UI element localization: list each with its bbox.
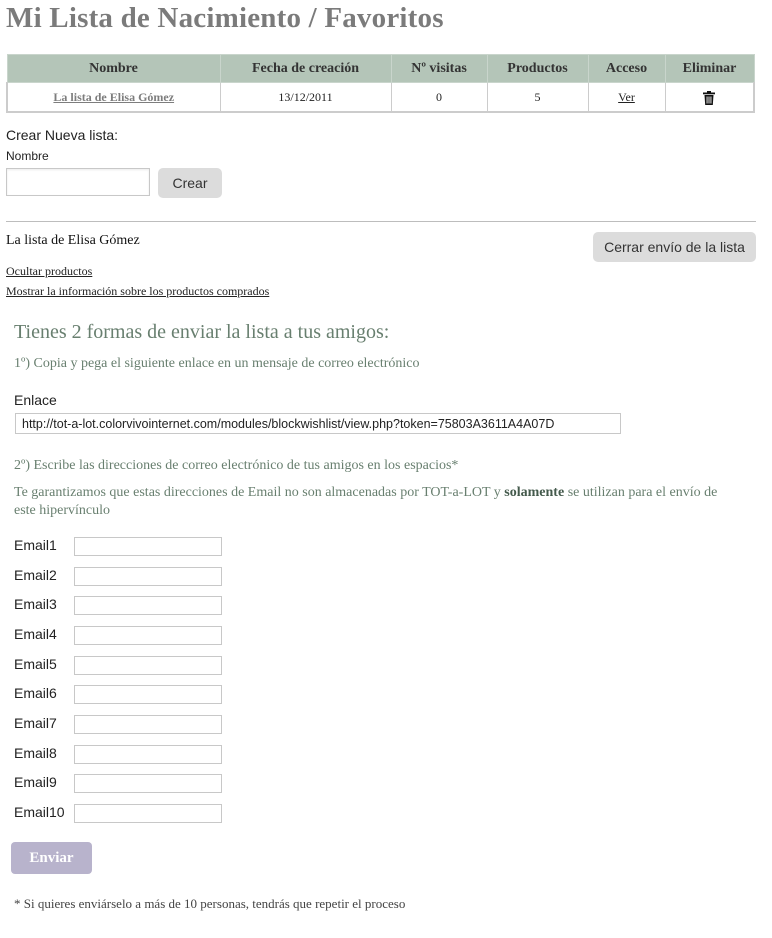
cell-delete — [664, 82, 755, 113]
share-link-field[interactable]: http://tot-a-lot.colorvivointernet.com/m… — [15, 413, 621, 434]
column-header-products: Productos — [486, 54, 589, 83]
show-purchased-info-link[interactable]: Mostrar la información sobre los product… — [6, 284, 269, 299]
email2-input[interactable] — [74, 567, 222, 586]
email3-label: Email3 — [14, 596, 57, 612]
privacy-guarantee-start: Te garantizamos que estas direcciones de… — [14, 485, 505, 500]
cell-name: La lista de Elisa Gómez — [6, 82, 221, 113]
create-button[interactable]: Crear — [158, 168, 222, 198]
email6-label: Email6 — [14, 685, 57, 701]
email7-input[interactable] — [74, 715, 222, 734]
email9-label: Email9 — [14, 774, 57, 790]
new-list-name-input[interactable] — [6, 168, 150, 196]
email8-label: Email8 — [14, 745, 57, 761]
column-header-access: Acceso — [587, 54, 666, 83]
column-header-date: Fecha de creación — [219, 54, 392, 83]
share-heading: Tienes 2 formas de enviar la lista a tus… — [14, 321, 390, 343]
email10-label: Email10 — [14, 804, 65, 820]
hide-products-link[interactable]: Ocultar productos — [6, 264, 92, 279]
send-button[interactable]: Enviar — [11, 842, 92, 874]
email2-label: Email2 — [14, 567, 57, 583]
step2-text: 2º) Escribe las direcciones de correo el… — [14, 458, 459, 473]
email1-label: Email1 — [14, 537, 57, 553]
step1-text: 1º) Copia y pega el siguiente enlace en … — [14, 356, 420, 371]
divider — [6, 221, 756, 222]
wishlist-table: Nombre Fecha de creación Nº visitas Prod… — [6, 54, 755, 113]
footnote: * Si quieres enviárselo a más de 10 pers… — [14, 896, 406, 911]
email9-input[interactable] — [74, 774, 222, 793]
selected-list-title: La lista de Elisa Gómez — [6, 233, 140, 248]
table-row: La lista de Elisa Gómez 13/12/2011 0 5 V… — [6, 82, 755, 113]
email3-input[interactable] — [74, 596, 222, 615]
create-list-heading: Crear Nueva lista: — [6, 127, 119, 143]
column-header-delete: Eliminar — [664, 54, 755, 83]
close-list-sending-button[interactable]: Cerrar envío de la lista — [593, 232, 756, 262]
privacy-guarantee-emphasis: solamente — [504, 485, 565, 500]
cell-products: 5 — [486, 82, 589, 113]
trash-icon[interactable] — [703, 90, 716, 105]
column-header-name: Nombre — [6, 54, 221, 83]
email10-input[interactable] — [74, 804, 222, 823]
email7-label: Email7 — [14, 715, 57, 731]
cell-date: 13/12/2011 — [219, 82, 392, 113]
name-label: Nombre — [6, 149, 49, 163]
email6-input[interactable] — [74, 685, 222, 704]
email4-input[interactable] — [74, 626, 222, 645]
page-title: Mi Lista de Nacimiento / Favoritos — [6, 2, 444, 34]
email8-input[interactable] — [74, 745, 222, 764]
cell-access: Ver — [587, 82, 666, 113]
wishlist-name-link[interactable]: La lista de Elisa Gómez — [53, 90, 174, 104]
email4-label: Email4 — [14, 626, 57, 642]
privacy-guarantee: Te garantizamos que estas direcciones de… — [14, 484, 732, 520]
email5-input[interactable] — [74, 656, 222, 675]
column-header-visits: Nº visitas — [390, 54, 488, 83]
cell-visits: 0 — [390, 82, 488, 113]
email5-label: Email5 — [14, 656, 57, 672]
view-link[interactable]: Ver — [618, 90, 635, 104]
email1-input[interactable] — [74, 537, 222, 556]
table-header-row: Nombre Fecha de creación Nº visitas Prod… — [6, 54, 755, 83]
link-label: Enlace — [14, 392, 57, 408]
